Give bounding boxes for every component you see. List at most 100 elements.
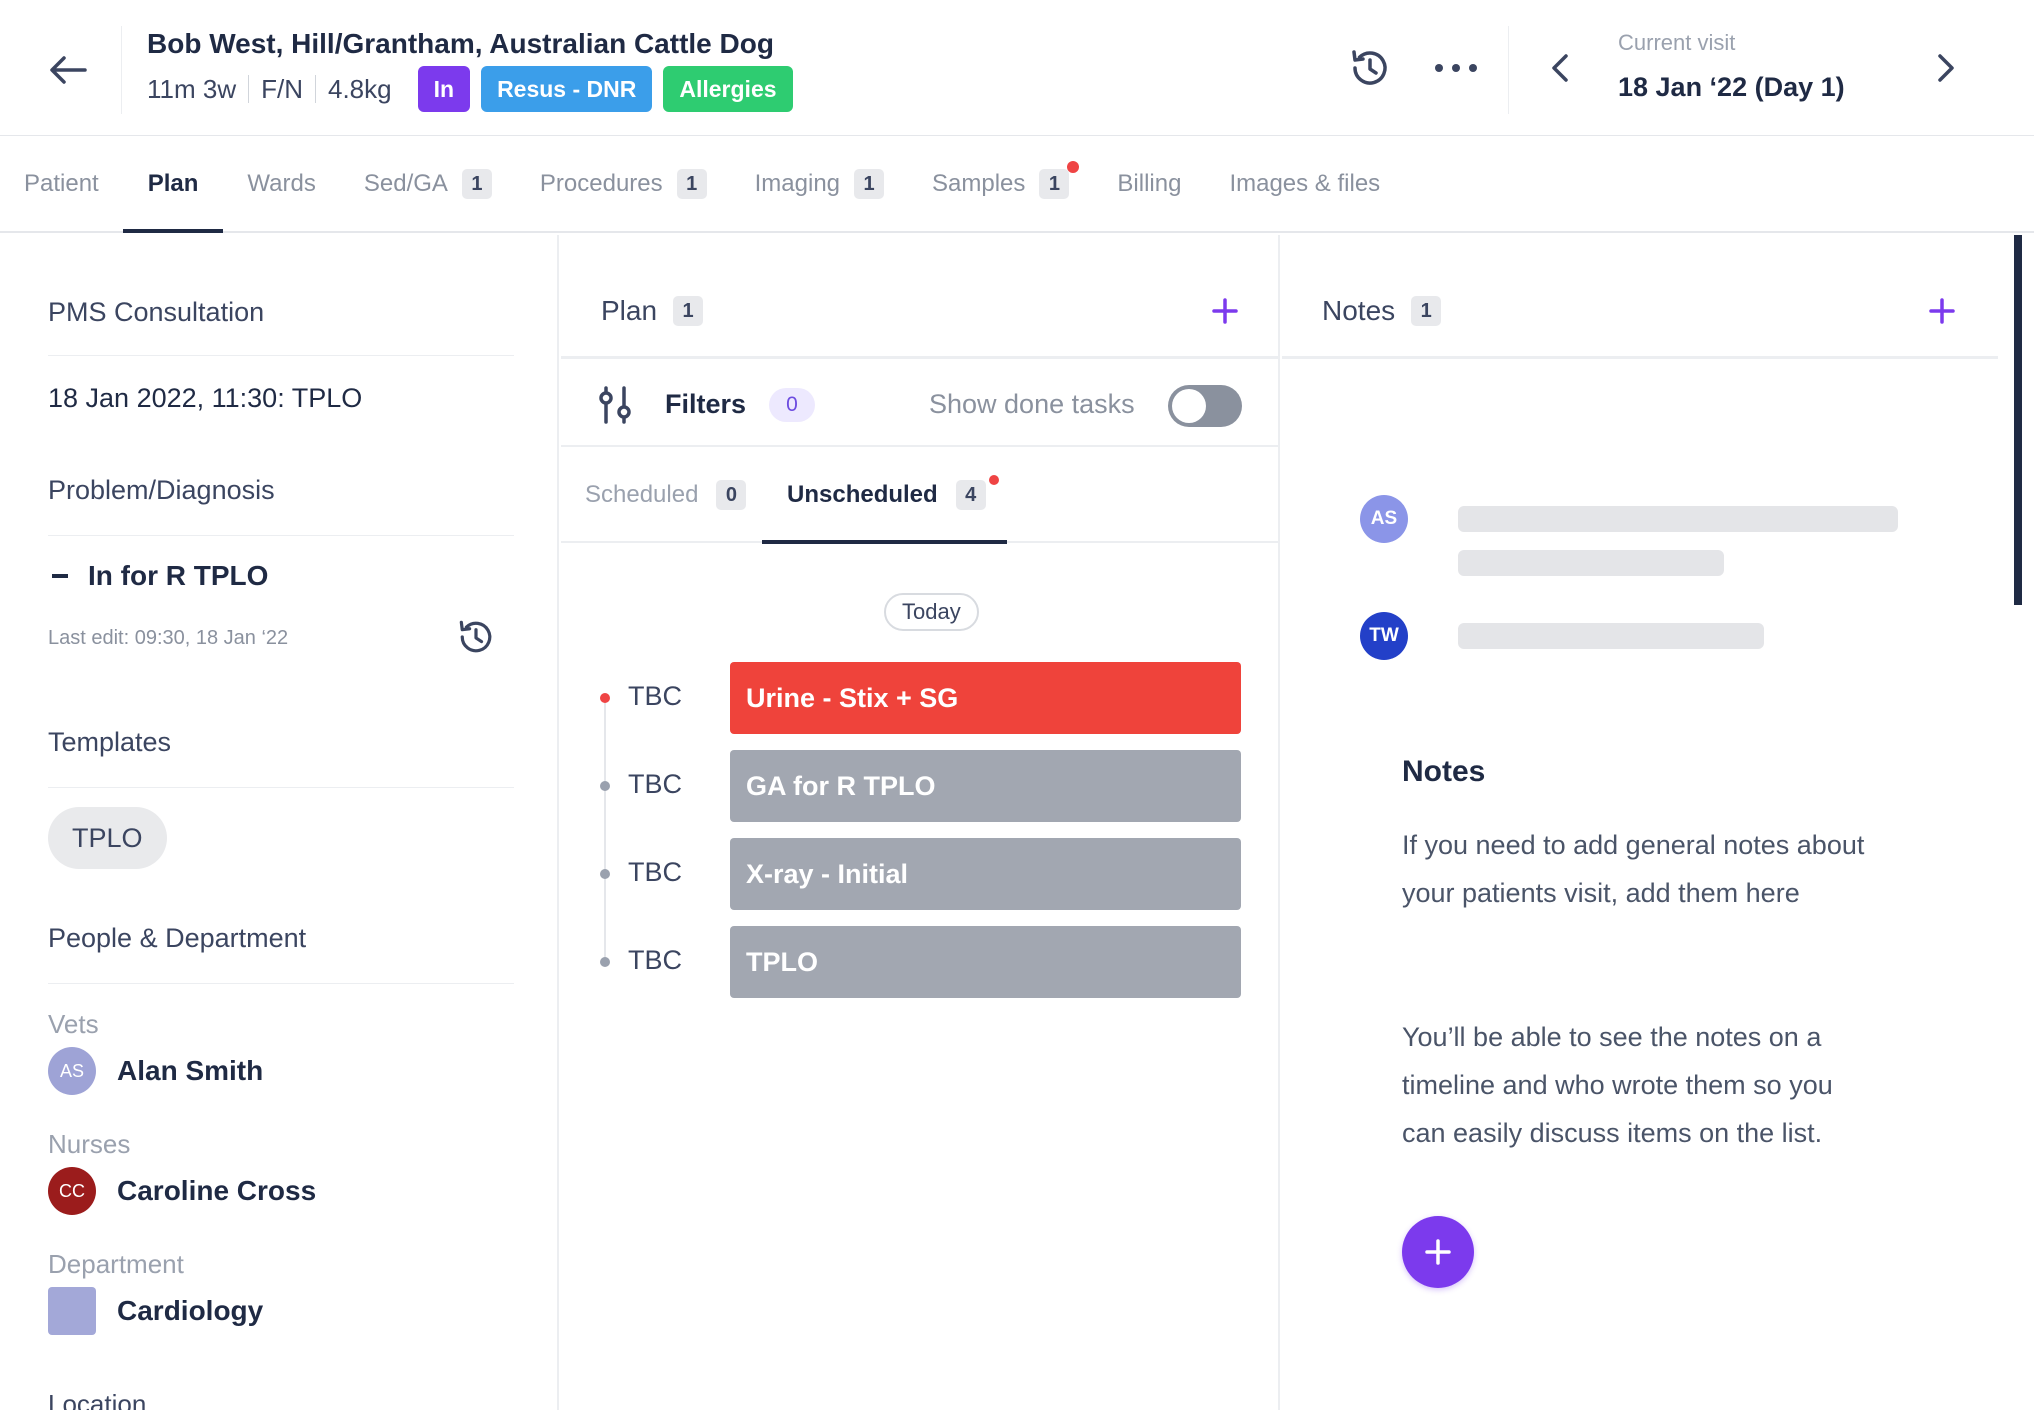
department-name: Cardiology (117, 1295, 264, 1326)
tab-samples[interactable]: Samples 1 (908, 137, 1093, 231)
skeleton-line (1458, 550, 1724, 576)
today-marker: Today (884, 593, 979, 631)
problem-heading: Problem/Diagnosis (48, 475, 275, 505)
tab-count: 1 (676, 169, 707, 199)
tab-label: Plan (147, 170, 199, 197)
skeleton-line (1458, 506, 1898, 532)
patient-summary-panel: PMS Consultation 18 Jan 2022, 11:30: TPL… (0, 235, 559, 1410)
visit-history-button[interactable] (1346, 44, 1394, 92)
status-badge-resus[interactable]: Resus - DNR (481, 66, 653, 112)
task-time: TBC (628, 945, 682, 975)
problem-label: In for R TPLO (88, 560, 269, 591)
show-done-label: Show done tasks (929, 389, 1135, 419)
tab-count: 1 (1039, 169, 1070, 199)
plan-panel: Plan 1 Filters 0 Show done tasks Schedul… (561, 235, 1280, 1410)
previous-visit-button[interactable] (1538, 44, 1582, 92)
tab-billing[interactable]: Billing (1093, 137, 1205, 231)
schedule-tabs: Scheduled 0 Unscheduled 4 (561, 447, 1278, 543)
timeline-line (604, 698, 606, 963)
task-time: TBC (628, 857, 682, 887)
filter-bar: Filters 0 Show done tasks (561, 359, 1278, 447)
patient-age: 11m 3w (147, 73, 237, 104)
last-edit-text: Last edit: 09:30, 18 Jan ‘22 (48, 627, 289, 649)
location-label: Location (48, 1389, 147, 1410)
tab-label: Sed/GA (363, 170, 448, 197)
templates-heading: Templates (48, 727, 172, 757)
nurse-name: Caroline Cross (117, 1175, 317, 1206)
department-label: Department (48, 1249, 184, 1279)
timeline-dot (600, 781, 610, 791)
tab-patient[interactable]: Patient (0, 137, 123, 231)
tab-count: 1 (854, 169, 885, 199)
notes-header: Notes 1 (1282, 235, 1998, 359)
filters-label[interactable]: Filters (665, 389, 746, 420)
department-color-swatch (48, 1287, 96, 1335)
back-button[interactable] (42, 44, 94, 96)
status-badge-in[interactable]: In (417, 66, 471, 112)
people-heading: People & Department (48, 923, 307, 953)
patient-header: Bob West, Hill/Grantham, Australian Catt… (0, 0, 2034, 136)
tab-sed-ga[interactable]: Sed/GA 1 (340, 137, 516, 231)
filter-sliders-icon (599, 386, 631, 424)
department-row[interactable]: Cardiology (48, 1287, 263, 1335)
template-chip[interactable]: TPLO (48, 807, 167, 869)
tab-plan[interactable]: Plan (122, 137, 224, 233)
tab-scheduled[interactable]: Scheduled 0 (585, 447, 747, 543)
filter-button[interactable] (595, 385, 635, 425)
tab-label: Scheduled (585, 481, 699, 508)
avatar: AS (48, 1047, 96, 1095)
show-done-toggle[interactable] (1168, 385, 1242, 427)
plus-icon (1929, 298, 1955, 324)
avatar: TW (1360, 612, 1408, 660)
nurses-label: Nurses (48, 1129, 131, 1159)
tab-wards[interactable]: Wards (223, 137, 339, 231)
task-card-urine[interactable]: Urine - Stix + SG (730, 662, 1241, 734)
skeleton-line (1458, 623, 1764, 649)
problem-history-button[interactable] (454, 615, 498, 659)
problem-item[interactable]: In for R TPLO (52, 560, 268, 592)
scrollbar-thumb[interactable] (2014, 235, 2022, 605)
timeline-dot (600, 957, 610, 967)
toggle-knob (1172, 389, 1206, 423)
status-badge-allergies[interactable]: Allergies (663, 66, 793, 112)
consultation-heading: PMS Consultation (48, 297, 265, 327)
add-note-button[interactable] (1924, 293, 1960, 329)
nurse-row[interactable]: CC Caroline Cross (48, 1167, 316, 1215)
more-horizontal-icon (1435, 64, 1477, 72)
tab-imaging[interactable]: Imaging 1 (731, 137, 908, 231)
add-plan-button[interactable] (1207, 293, 1243, 329)
active-tab-indicator (762, 540, 1007, 544)
section-tabs: Patient Plan Wards Sed/GA 1 Procedures 1 I… (0, 137, 2034, 233)
timeline-dot (600, 869, 610, 879)
vet-row[interactable]: AS Alan Smith (48, 1047, 263, 1095)
dash-icon (52, 574, 68, 578)
header-divider (1508, 26, 1509, 114)
vets-label: Vets (48, 1009, 99, 1039)
tab-count: 4 (955, 480, 986, 510)
avatar: AS (1360, 495, 1408, 543)
section-divider (48, 355, 514, 356)
alert-dot (1067, 161, 1080, 173)
tab-label: Patient (24, 170, 99, 197)
task-card-tplo[interactable]: TPLO (730, 926, 1241, 998)
next-visit-button[interactable] (1924, 44, 1968, 92)
plan-title: Plan 1 (601, 295, 704, 327)
add-note-fab[interactable] (1402, 1216, 1474, 1288)
meta-separator (248, 75, 250, 103)
plus-icon (1212, 298, 1238, 324)
more-options-button[interactable] (1430, 44, 1482, 92)
filters-count: 0 (769, 388, 815, 422)
section-divider (48, 983, 514, 984)
task-card-xray[interactable]: X-ray - Initial (730, 838, 1241, 910)
vet-name: Alan Smith (117, 1055, 264, 1086)
patient-meta: 11m 3w F/N 4.8kg In Resus - DNR Allergie… (147, 66, 793, 112)
tab-procedures[interactable]: Procedures 1 (516, 137, 731, 231)
tab-images-files[interactable]: Images & files (1205, 137, 1404, 231)
plan-count: 1 (673, 296, 704, 326)
notes-count: 1 (1411, 296, 1442, 326)
tab-label: Wards (247, 170, 316, 197)
plus-icon (1425, 1239, 1451, 1265)
history-icon (459, 620, 492, 653)
tab-unscheduled[interactable]: Unscheduled 4 (787, 447, 999, 543)
task-card-ga[interactable]: GA for R TPLO (730, 750, 1241, 822)
